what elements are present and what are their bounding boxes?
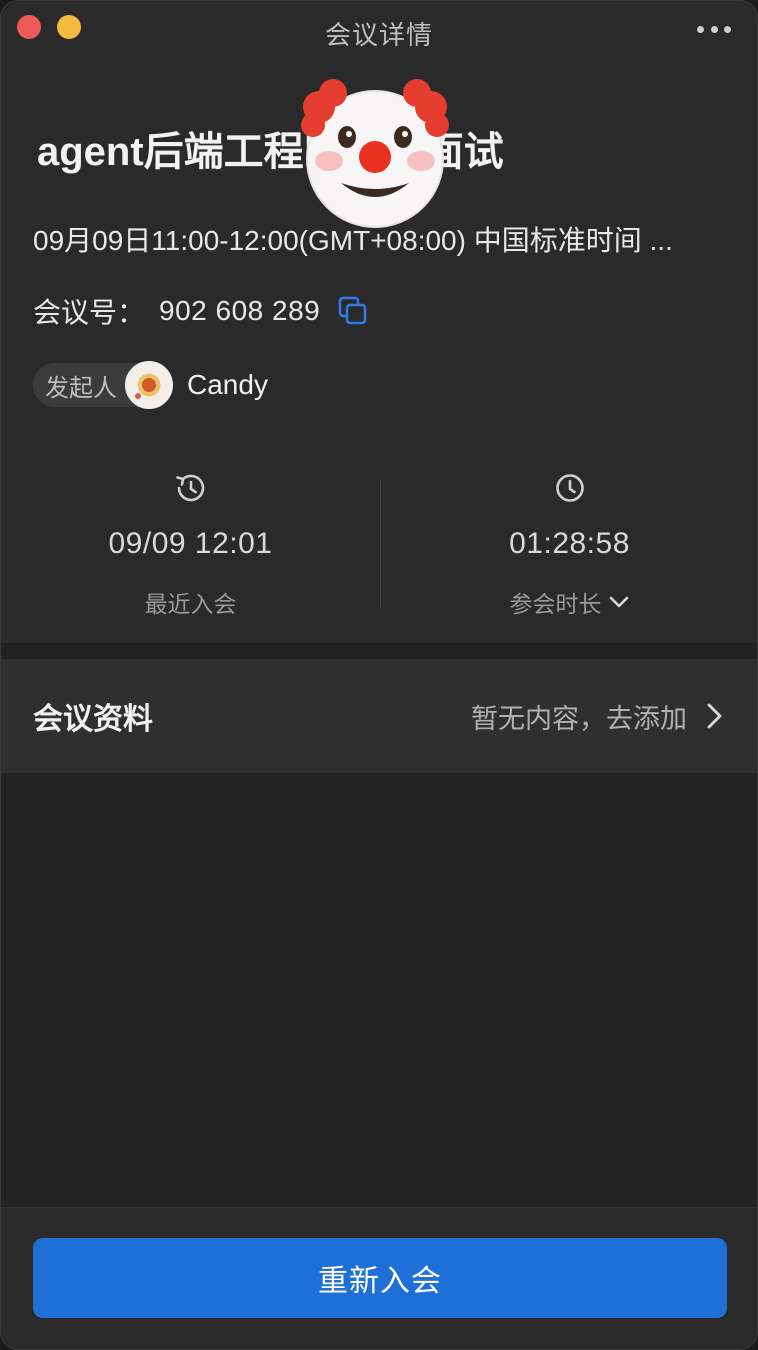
- more-dot-icon: [724, 26, 731, 33]
- more-dot-icon: [710, 26, 718, 33]
- last-join-stat: 09/09 12:01 最近入会: [1, 459, 380, 629]
- meeting-time: 09月09日11:00-12:00(GMT+08:00) 中国标准时间 ...: [33, 225, 673, 256]
- section-divider: [1, 643, 757, 659]
- meeting-id-value: 902 608 289: [159, 295, 321, 326]
- stats-divider: [380, 479, 381, 609]
- more-options-button[interactable]: [697, 26, 731, 34]
- meeting-materials-row: 会议资料 暂无内容，去添加: [1, 659, 757, 773]
- chevron-right-icon: [707, 703, 722, 729]
- duration-toggle[interactable]: 参会时长: [380, 585, 757, 619]
- footer-bar: 重新入会: [1, 1207, 757, 1349]
- window-title: 会议详情: [324, 20, 433, 50]
- chevron-down-icon: [609, 596, 628, 608]
- materials-action-label: 暂无内容，去添加: [471, 703, 687, 734]
- last-join-value: 09/09 12:01: [108, 527, 273, 560]
- duration-value: 01:28:58: [509, 527, 630, 560]
- host-label: 发起人: [45, 374, 117, 402]
- rejoin-meeting-button[interactable]: 重新入会: [33, 1238, 727, 1318]
- duration-label: 参会时长: [509, 591, 602, 617]
- meeting-id-row: 会议号： 902 608 289: [33, 291, 368, 331]
- host-chip[interactable]: 发起人: [33, 361, 173, 409]
- host-row: 发起人 Candy: [33, 361, 268, 409]
- meeting-id-label: 会议号：: [33, 297, 146, 328]
- meeting-details-window: 会议详情 agent后端工程师线上面试 09月09日11:00-12:00(GM…: [0, 0, 758, 1350]
- duration-stat: 01:28:58 参会时长: [380, 459, 757, 629]
- copy-icon[interactable]: [338, 296, 368, 326]
- add-materials-link[interactable]: 暂无内容，去添加: [471, 697, 727, 736]
- last-join-label: 最近入会: [144, 591, 237, 617]
- host-avatar: [125, 361, 173, 409]
- more-dot-icon: [697, 26, 704, 33]
- clown-emoji-sticker: [301, 79, 449, 228]
- content-area: [1, 773, 757, 1207]
- materials-title: 会议资料: [33, 703, 153, 736]
- history-icon: [175, 474, 204, 502]
- title-bar: 会议详情: [1, 1, 757, 61]
- clock-icon: [555, 474, 584, 502]
- host-name: Candy: [187, 369, 268, 400]
